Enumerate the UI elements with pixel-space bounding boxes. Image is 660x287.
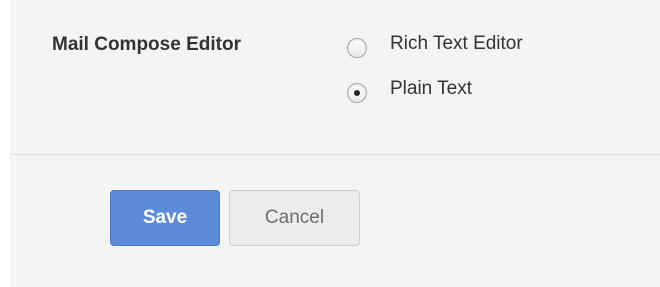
plain-text-option[interactable]: Plain Text [347,77,473,103]
plain-text-label: Plain Text [390,78,473,99]
radio-unselected-icon[interactable] [347,37,367,58]
radio-dot-icon [354,89,360,96]
section-divider [10,154,660,155]
rich-text-editor-option[interactable]: Rich Text Editor [347,32,523,58]
save-button[interactable]: Save [110,190,220,246]
cancel-button[interactable]: Cancel [229,190,360,246]
mail-compose-editor-label: Mail Compose Editor [52,34,241,55]
rich-text-editor-label: Rich Text Editor [390,33,523,54]
radio-selected-icon[interactable] [347,82,367,103]
